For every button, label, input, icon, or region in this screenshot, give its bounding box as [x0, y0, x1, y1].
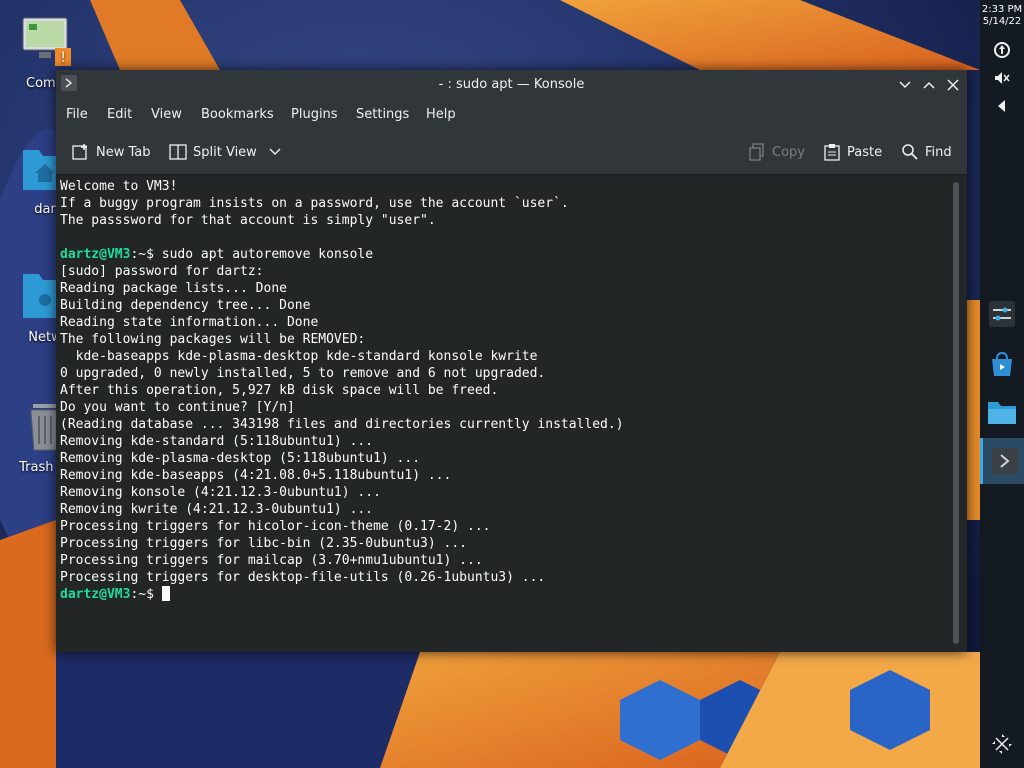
- discover-bag-icon: [992, 351, 1012, 376]
- chevron-down-icon: [899, 81, 911, 89]
- dolphin-task[interactable]: [980, 392, 1024, 432]
- close-button[interactable]: [944, 76, 962, 94]
- copy-label: Copy: [772, 144, 805, 160]
- output-line: Do you want to continue? [Y/n]: [60, 400, 295, 415]
- window-title: - : sudo apt — Konsole: [438, 77, 585, 92]
- split-view-button[interactable]: Split View: [169, 141, 281, 163]
- output-line: Processing triggers for hicolor-icon-the…: [60, 519, 491, 534]
- side-panel: 2:33 PM 5/14/22: [980, 0, 1024, 768]
- menu-bookmarks[interactable]: Bookmarks: [201, 107, 274, 122]
- shell-prompt: dartz@VM3: [60, 587, 131, 602]
- system-settings-task[interactable]: [980, 294, 1024, 334]
- menu-bar: File Edit View Bookmarks Plugins Setting…: [56, 100, 967, 130]
- split-view-icon: [169, 143, 187, 161]
- output-line: Reading package lists... Done: [60, 281, 287, 296]
- output-line: Removing kde-baseapps (4:21.08.0+5.118ub…: [60, 468, 452, 483]
- tray-expand-button[interactable]: [980, 86, 1024, 126]
- intro-line: The passsword for that account is simply…: [60, 213, 436, 228]
- clock-date: 5/14/22: [982, 16, 1022, 27]
- terminal-output: Welcome to VM3! If a buggy program insis…: [60, 178, 624, 603]
- output-line: Processing triggers for desktop-file-uti…: [60, 570, 546, 585]
- paste-icon: [823, 143, 841, 161]
- konsole-window: - : sudo apt — Konsole File Edit View Bo…: [56, 70, 967, 652]
- computer-icon: !: [22, 17, 71, 66]
- terminal-view[interactable]: Welcome to VM3! If a buggy program insis…: [56, 175, 949, 652]
- main-toolbar: New Tab Split View Copy Paste Find: [56, 130, 967, 175]
- output-line: Removing konsole (4:21.12.3-0ubuntu1) ..…: [60, 485, 381, 500]
- output-line: Removing kde-plasma-desktop (5:118ubuntu…: [60, 451, 421, 466]
- chevron-down-icon[interactable]: [269, 148, 281, 156]
- paste-button[interactable]: Paste: [823, 141, 882, 163]
- discover-task[interactable]: [980, 344, 1024, 384]
- menu-file[interactable]: File: [66, 107, 88, 122]
- menu-plugins[interactable]: Plugins: [291, 107, 338, 122]
- digital-clock[interactable]: 2:33 PM 5/14/22: [980, 4, 1024, 28]
- intro-line: If a buggy program insists on a password…: [60, 196, 569, 211]
- terminal-scrollbar[interactable]: [951, 178, 961, 648]
- new-tab-label: New Tab: [96, 144, 151, 160]
- output-line: 0 upgraded, 0 newly installed, 5 to remo…: [60, 366, 546, 381]
- copy-button[interactable]: Copy: [748, 141, 805, 163]
- panel-edit-icon: [992, 734, 1012, 754]
- maximize-button[interactable]: [920, 76, 938, 94]
- muted-speaker-icon: [995, 72, 1010, 84]
- new-tab-button[interactable]: New Tab: [72, 141, 151, 163]
- new-tab-icon: [72, 143, 90, 161]
- output-line: [sudo] password for dartz:: [60, 264, 264, 279]
- menu-view[interactable]: View: [151, 107, 182, 122]
- settings-sliders-icon: [989, 301, 1015, 327]
- shell-prompt: dartz@VM3: [60, 247, 131, 262]
- folder-icon: [988, 402, 1016, 424]
- panel-configure-button[interactable]: [980, 724, 1024, 764]
- output-line: After this operation, 5,927 kB disk spac…: [60, 383, 499, 398]
- output-line: Building dependency tree... Done: [60, 298, 311, 313]
- output-line: Removing kde-standard (5:118ubuntu1) ...: [60, 434, 374, 449]
- svg-text:!: !: [60, 50, 66, 66]
- paste-label: Paste: [847, 144, 883, 160]
- scrollbar-thumb[interactable]: [953, 182, 959, 644]
- output-line: (Reading database ... 343198 files and d…: [60, 417, 624, 432]
- output-line: The following packages will be REMOVED:: [60, 332, 366, 347]
- menu-edit[interactable]: Edit: [107, 107, 132, 122]
- window-titlebar[interactable]: - : sudo apt — Konsole: [56, 70, 967, 100]
- output-line: kde-baseapps kde-plasma-desktop kde-stan…: [60, 349, 538, 364]
- intro-line: Welcome to VM3!: [60, 179, 178, 194]
- terminal-icon: [992, 448, 1018, 474]
- output-line: Reading state information... Done: [60, 315, 319, 330]
- caret-left-icon: [998, 100, 1005, 112]
- output-line: Removing kwrite (4:21.12.3-0ubuntu1) ...: [60, 502, 374, 517]
- split-view-label: Split View: [193, 144, 257, 160]
- konsole-task[interactable]: [980, 438, 1024, 484]
- menu-help[interactable]: Help: [426, 107, 456, 122]
- text-cursor: [161, 586, 170, 601]
- search-icon: [901, 143, 919, 161]
- command-text: sudo apt autoremove konsole: [161, 247, 374, 262]
- copy-icon: [748, 143, 766, 161]
- clock-time: 2:33 PM: [981, 4, 1023, 15]
- chevron-up-icon: [923, 81, 935, 89]
- close-icon: [947, 79, 959, 91]
- find-button[interactable]: Find: [901, 141, 952, 163]
- prompt-suffix: :~$: [130, 247, 162, 262]
- output-line: Processing triggers for libc-bin (2.35-0…: [60, 536, 467, 551]
- find-label: Find: [925, 144, 952, 160]
- update-icon: [994, 42, 1010, 58]
- prompt-suffix: :~$: [130, 587, 162, 602]
- minimize-button[interactable]: [896, 76, 914, 94]
- menu-settings[interactable]: Settings: [356, 107, 409, 122]
- output-line: Processing triggers for mailcap (3.70+nm…: [60, 553, 483, 568]
